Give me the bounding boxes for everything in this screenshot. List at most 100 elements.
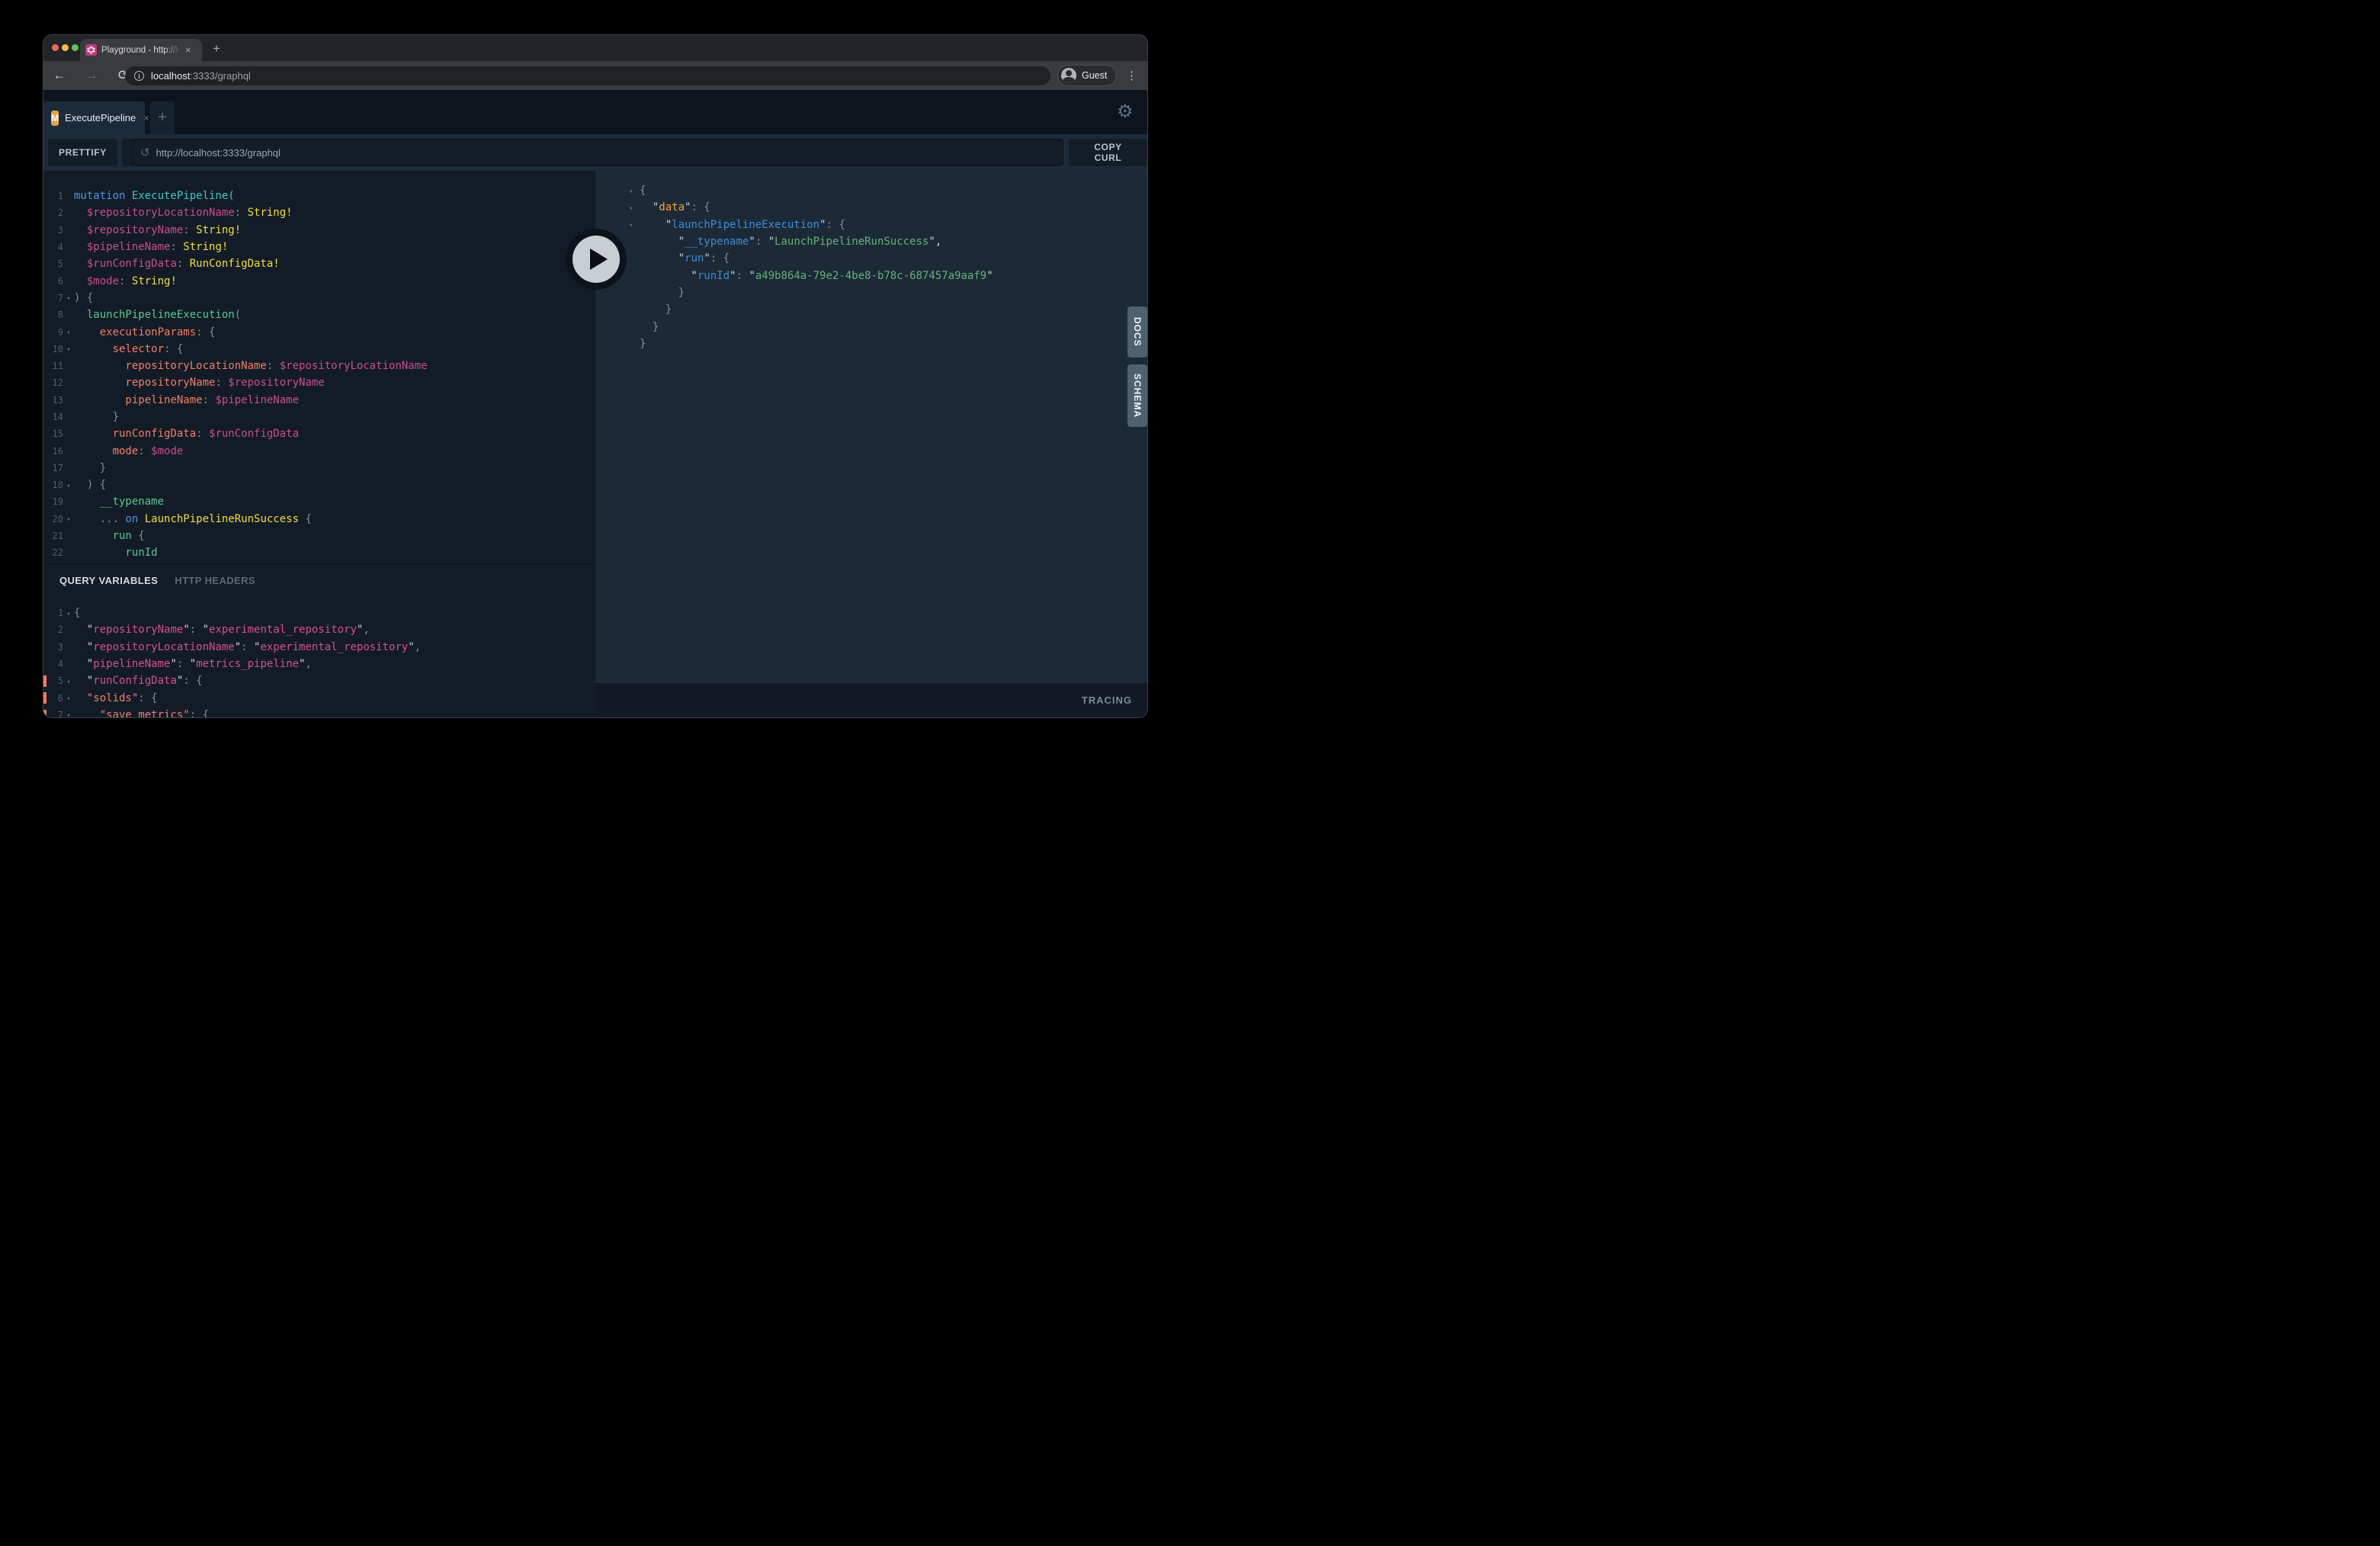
- code-text: }: [640, 303, 672, 316]
- code-text: "data": {: [640, 201, 710, 213]
- fold-gutter: [63, 280, 74, 282]
- code-line: 7▾ "save_metrics": {: [43, 707, 595, 717]
- mutation-badge: M: [51, 111, 59, 126]
- line-number: 1: [43, 191, 63, 201]
- code-text: $repositoryLocationName: String!: [74, 207, 293, 219]
- variables-tab-bar: QUERY VARIABLES HTTP HEADERS: [43, 564, 595, 586]
- graphql-playground: M ExecutePipeline × + ⚙ PRETTIFY HISTORY…: [43, 90, 1147, 717]
- schema-side-tab[interactable]: SCHEMA: [1127, 364, 1147, 427]
- new-session-button[interactable]: +: [150, 101, 175, 134]
- fold-gutter: [63, 416, 74, 419]
- code-text: "repositoryLocationName": "experimental_…: [74, 641, 421, 653]
- code-line: 5▾ "runConfigData": {: [43, 672, 595, 689]
- code-text: ) {: [74, 292, 93, 304]
- code-line: "run": {: [626, 250, 1147, 267]
- execute-play-button[interactable]: [573, 236, 620, 283]
- session-tab-executepipeline[interactable]: M ExecutePipeline ×: [43, 101, 145, 134]
- code-text: repositoryLocationName: $repositoryLocat…: [74, 360, 428, 372]
- docs-side-tab[interactable]: DOCS: [1127, 306, 1147, 358]
- lint-marker: [43, 710, 47, 717]
- code-text: $runConfigData: RunConfigData!: [74, 258, 280, 270]
- line-number: 15: [43, 428, 63, 439]
- code-text: $pipelineName: String!: [74, 241, 228, 253]
- code-text: }: [640, 338, 646, 350]
- fold-arrow-icon[interactable]: ▾: [63, 693, 74, 703]
- browser-tab[interactable]: Playground - http://localhost:3 ×: [80, 39, 202, 61]
- code-line: 3 $repositoryName: String!: [43, 222, 595, 239]
- fold-gutter: [63, 501, 74, 503]
- fold-gutter: [626, 291, 640, 293]
- fold-gutter: [626, 326, 640, 328]
- settings-gear-icon[interactable]: ⚙: [1117, 101, 1134, 123]
- code-text: pipelineName: $pipelineName: [74, 394, 299, 406]
- lint-marker: [43, 692, 47, 704]
- code-line: "__typename": "LaunchPipelineRunSuccess"…: [626, 233, 1147, 250]
- line-number: 18: [43, 480, 63, 490]
- fold-arrow-icon[interactable]: ▾: [63, 514, 74, 524]
- fold-arrow-icon[interactable]: ▾: [63, 676, 74, 686]
- code-text: "run": {: [640, 252, 730, 265]
- profile-button[interactable]: Guest: [1057, 65, 1117, 86]
- line-number: 2: [43, 624, 63, 635]
- code-text: $mode: String!: [74, 275, 177, 287]
- prettify-button[interactable]: PRETTIFY: [48, 139, 117, 166]
- fold-gutter: [63, 229, 74, 231]
- fold-arrow-icon[interactable]: ▾: [63, 608, 74, 618]
- line-number: 9: [43, 327, 63, 338]
- code-text: selector: {: [74, 343, 183, 355]
- line-number: 17: [43, 463, 63, 473]
- code-text: repositoryName: $repositoryName: [74, 377, 325, 389]
- minimize-window-button[interactable]: [62, 44, 69, 51]
- tab-close-icon[interactable]: ×: [185, 45, 191, 55]
- back-icon[interactable]: ←: [49, 68, 70, 83]
- variables-editor[interactable]: 1▾{2 "repositoryName": "experimental_rep…: [43, 586, 595, 717]
- session-tab-title: ExecutePipeline: [65, 112, 136, 123]
- fold-arrow-icon[interactable]: ▾: [63, 327, 74, 337]
- session-tab-close-icon[interactable]: ×: [143, 112, 149, 123]
- fold-gutter: [63, 450, 74, 452]
- endpoint-url: http://localhost:3333/graphql: [156, 147, 281, 159]
- code-line: 2 $repositoryLocationName: String!: [43, 204, 595, 221]
- fold-arrow-icon[interactable]: ▾: [63, 710, 74, 717]
- fold-arrow-icon[interactable]: ▾: [63, 480, 74, 490]
- code-line: 13 pipelineName: $pipelineName: [43, 392, 595, 409]
- playground-toolbar: PRETTIFY HISTORY ↺ http://localhost:3333…: [43, 134, 1147, 171]
- code-text: "launchPipelineExecution": {: [640, 219, 845, 231]
- code-text: runConfigData: $runConfigData: [74, 428, 299, 440]
- tab-query-variables[interactable]: QUERY VARIABLES: [59, 575, 158, 586]
- close-window-button[interactable]: [52, 44, 59, 51]
- line-number: 22: [43, 547, 63, 558]
- browser-menu-icon[interactable]: ⋮: [1126, 69, 1137, 82]
- copy-curl-button[interactable]: COPY CURL: [1069, 139, 1147, 166]
- code-line: 17 }: [43, 460, 595, 476]
- page-info-icon[interactable]: i: [134, 71, 144, 81]
- endpoint-reload-icon[interactable]: ↺: [140, 146, 150, 159]
- fold-arrow-icon[interactable]: ▾: [63, 293, 74, 303]
- line-number: 4: [43, 242, 63, 252]
- fold-gutter: [63, 399, 74, 401]
- line-number: 1: [43, 608, 63, 618]
- new-tab-button[interactable]: +: [213, 41, 220, 56]
- fold-arrow-icon[interactable]: ▾: [626, 220, 640, 229]
- code-line: ▾ "data": {: [626, 199, 1147, 216]
- address-bar[interactable]: i localhost:3333/graphql: [125, 66, 1050, 85]
- code-line: ▾ "launchPipelineExecution": {: [626, 217, 1147, 233]
- fold-arrow-icon[interactable]: ▾: [626, 203, 640, 213]
- line-number: 11: [43, 361, 63, 371]
- fold-gutter: [63, 629, 74, 631]
- tracing-bar[interactable]: TRACING: [595, 683, 1147, 717]
- line-number: 3: [43, 225, 63, 236]
- maximize-window-button[interactable]: [72, 44, 79, 51]
- code-line: 22 runId: [43, 544, 595, 561]
- query-editor[interactable]: 1mutation ExecutePipeline(2 $repositoryL…: [43, 171, 595, 563]
- endpoint-input[interactable]: ↺ http://localhost:3333/graphql: [132, 139, 1063, 166]
- tab-http-headers[interactable]: HTTP HEADERS: [175, 575, 255, 586]
- fold-arrow-icon[interactable]: ▾: [63, 344, 74, 354]
- fold-gutter: [626, 342, 640, 345]
- code-text: "runConfigData": {: [74, 675, 203, 687]
- fold-arrow-icon[interactable]: ▾: [626, 186, 640, 196]
- browser-tab-title: Playground - http://localhost:3: [101, 46, 181, 55]
- code-text: }: [74, 462, 106, 474]
- line-number: 20: [43, 514, 63, 524]
- code-line: 6 $mode: String!: [43, 272, 595, 289]
